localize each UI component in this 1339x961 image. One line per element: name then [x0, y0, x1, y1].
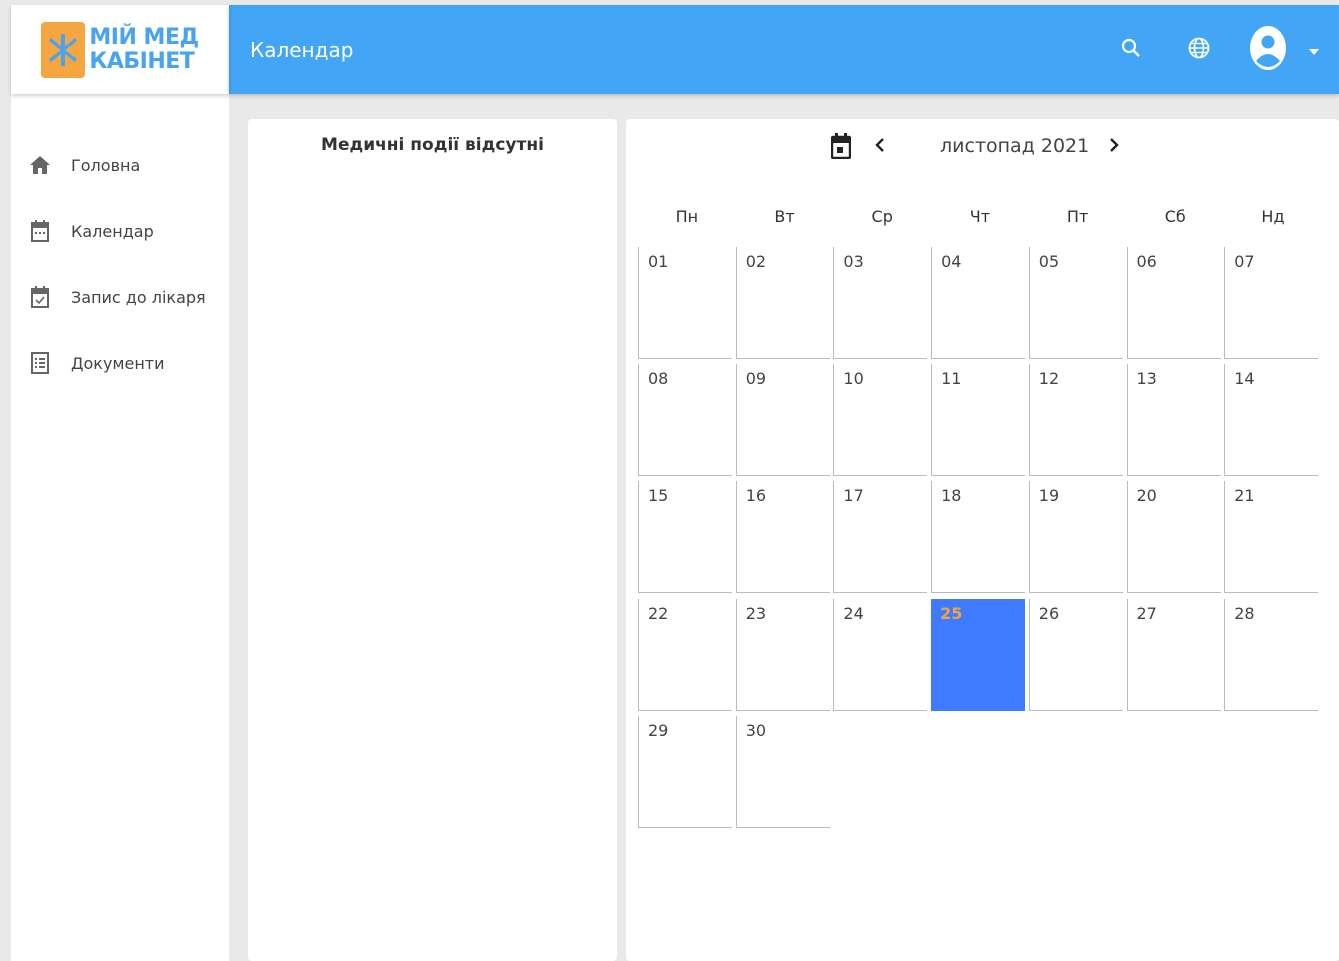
sidebar-item-label: Головна: [71, 155, 141, 175]
calendar-day[interactable]: 11: [931, 364, 1026, 477]
sidebar-item-documents[interactable]: Документи: [11, 330, 229, 396]
calendar-day[interactable]: 12: [1028, 364, 1123, 477]
calendar-day[interactable]: 21: [1224, 481, 1319, 594]
calendar-navigation: листопад 2021: [626, 119, 1339, 175]
calendar-today-icon[interactable]: [830, 133, 852, 163]
language-button[interactable]: [1179, 37, 1219, 63]
calendar-day[interactable]: 26: [1028, 598, 1123, 711]
next-month-button[interactable]: [1108, 135, 1120, 159]
sidebar-item-calendar[interactable]: Календар: [11, 198, 229, 264]
calendar-panel: листопад 2021 Пн Вт Ср Чт Пт Сб Нд 01 02 0…: [626, 119, 1339, 961]
weekday-label: Сб: [1164, 207, 1186, 226]
search-icon: [1121, 38, 1141, 62]
weekday-label: Вт: [774, 207, 795, 226]
chevron-right-icon: [1108, 138, 1120, 159]
calendar-day[interactable]: 24: [833, 598, 928, 711]
calendar-day[interactable]: 27: [1126, 598, 1221, 711]
weekday-label: Пт: [1066, 207, 1089, 226]
document-list-icon: [29, 352, 51, 374]
calendar-day[interactable]: 04: [931, 247, 1026, 359]
calendar-day[interactable]: 07: [1224, 247, 1319, 359]
weekday-label: Нд: [1261, 207, 1285, 226]
account-icon: [1249, 25, 1287, 75]
calendar-day[interactable]: 23: [735, 598, 830, 711]
prev-month-button[interactable]: [874, 135, 886, 159]
month-label: листопад 2021: [940, 135, 1090, 157]
sidebar-item-label: Календар: [71, 221, 154, 241]
calendar-day[interactable]: 30: [735, 715, 830, 828]
calendar-day[interactable]: 09: [735, 364, 830, 477]
calendar-day[interactable]: 01: [638, 247, 732, 359]
calendar-day[interactable]: 03: [833, 247, 928, 359]
sidebar-item-label: Запис до лікаря: [71, 287, 206, 307]
calendar-day[interactable]: 22: [638, 598, 732, 711]
events-empty-message: Медичні події відсутні: [321, 135, 544, 155]
calendar-icon: [29, 220, 51, 242]
page-title: Календар: [250, 37, 354, 62]
chevron-left-icon: [874, 138, 886, 159]
calendar-day[interactable]: 14: [1224, 364, 1319, 477]
logo[interactable]: МІЙ МЕД КАБІНЕТ: [11, 5, 229, 94]
logo-line-2: КАБІНЕТ: [89, 48, 195, 74]
logo-text: МІЙ МЕД КАБІНЕТ: [89, 24, 199, 74]
calendar-day[interactable]: 02: [735, 247, 830, 359]
caret-down-icon: [1309, 40, 1319, 59]
calendar-day[interactable]: 17: [833, 481, 928, 594]
globe-icon: [1188, 37, 1210, 63]
calendar-day[interactable]: 15: [638, 481, 732, 594]
weekday-header: Пн Вт Ср Чт Пт Сб Нд: [638, 207, 1322, 226]
calendar-day-today[interactable]: 25: [931, 598, 1026, 711]
weekday-label: Чт: [969, 207, 991, 226]
calendar-day[interactable]: 19: [1028, 481, 1123, 594]
sidebar-item-appointment[interactable]: Запис до лікаря: [11, 264, 229, 330]
calendar-check-icon: [29, 286, 51, 308]
calendar-day[interactable]: 08: [638, 364, 732, 477]
sidebar-item-label: Документи: [71, 353, 165, 373]
calendar-day[interactable]: 29: [638, 715, 732, 828]
calendar-day[interactable]: 06: [1126, 247, 1221, 359]
calendar-day[interactable]: 16: [735, 481, 830, 594]
logo-mark-icon: [41, 21, 86, 78]
sidebar-item-home[interactable]: Головна: [11, 132, 229, 198]
header-actions: [1111, 5, 1339, 94]
account-menu-button[interactable]: [1249, 25, 1319, 75]
weekday-label: Пн: [675, 207, 699, 226]
calendar-day[interactable]: 18: [931, 481, 1026, 594]
top-header: Календар: [229, 5, 1339, 94]
sidebar: МІЙ МЕД КАБІНЕТ Головна Календар Запис д…: [11, 5, 229, 961]
calendar-day[interactable]: 13: [1126, 364, 1221, 477]
calendar-day[interactable]: 20: [1126, 481, 1221, 594]
home-icon: [29, 154, 51, 176]
weekday-label: Ср: [871, 207, 893, 226]
calendar-day[interactable]: 28: [1224, 598, 1319, 711]
events-panel: Медичні події відсутні: [248, 119, 617, 961]
logo-line-1: МІЙ МЕД: [89, 24, 199, 50]
sidebar-nav: Головна Календар Запис до лікаря Докумен…: [11, 94, 229, 396]
calendar-day[interactable]: 05: [1028, 247, 1123, 359]
calendar-day[interactable]: 10: [833, 364, 928, 477]
search-button[interactable]: [1111, 38, 1151, 62]
